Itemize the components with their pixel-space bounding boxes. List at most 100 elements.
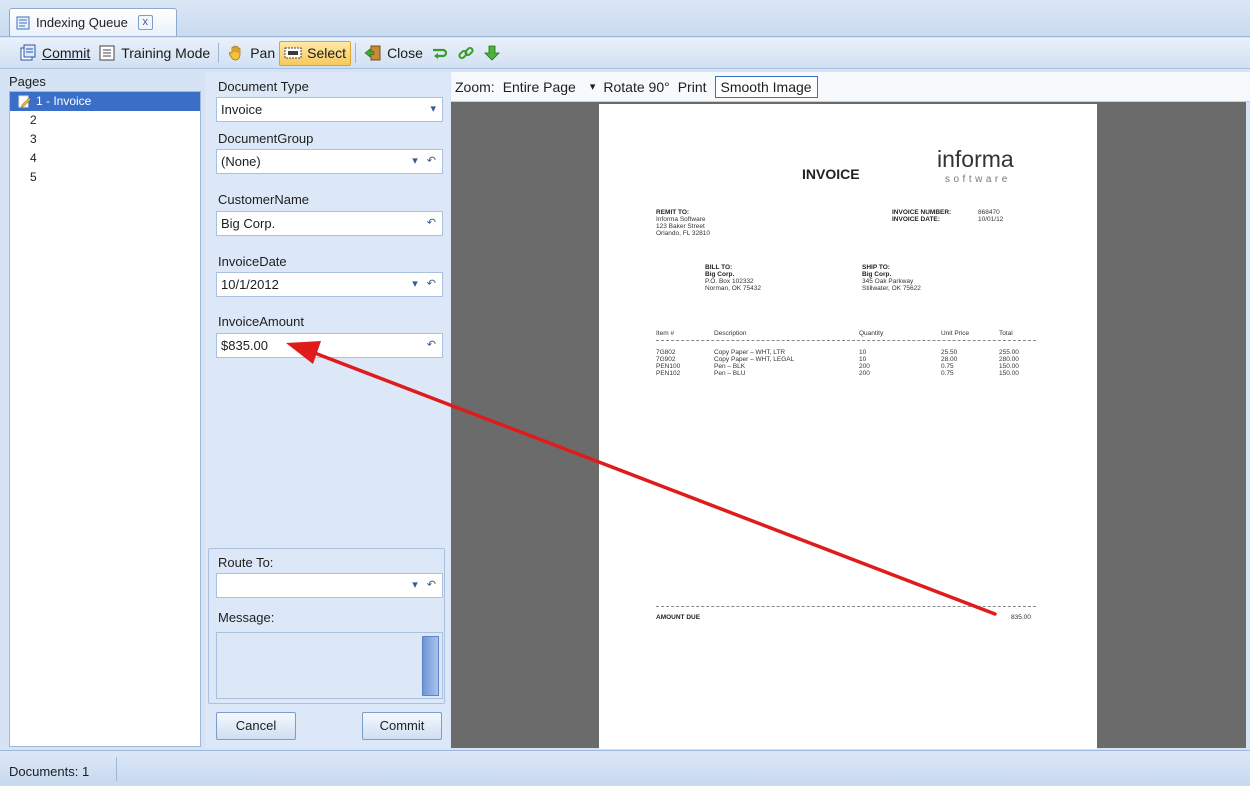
- undo-icon[interactable]: ↶: [427, 154, 436, 167]
- undo-icon[interactable]: ↶: [427, 216, 436, 229]
- status-divider: [116, 757, 117, 781]
- viewer-toolbar: Zoom: Entire Page ▾ Rotate 90° Print Smo…: [451, 72, 1250, 102]
- column-header: Item #: [656, 330, 675, 337]
- document-type-select[interactable]: Invoice ▾: [216, 97, 443, 122]
- amount-due-value: 835.00: [1011, 614, 1031, 621]
- queue-icon: [16, 16, 30, 30]
- logo-text: informa: [937, 146, 1014, 172]
- invoice-date-value: 10/1/2012: [221, 277, 279, 292]
- select-button[interactable]: Select: [279, 40, 352, 66]
- undo-icon[interactable]: ↶: [427, 578, 436, 591]
- commit-label: Commit: [42, 45, 91, 61]
- close-label: Close: [387, 45, 423, 61]
- dropdown-arrow-icon[interactable]: ▾: [590, 80, 596, 93]
- page-item-1[interactable]: 1 - Invoice: [10, 92, 200, 111]
- table-header-row: Item # Description Quantity Unit Price T…: [656, 330, 1036, 341]
- page-item-label: 1 - Invoice: [36, 94, 92, 108]
- customer-name-field[interactable]: Big Corp. ↶: [216, 211, 443, 236]
- zoom-value: Entire Page: [502, 78, 576, 95]
- tab-indexing-queue[interactable]: Indexing Queue x: [9, 8, 177, 36]
- undo-icon[interactable]: ↶: [427, 277, 436, 290]
- ship-line: 345 Oak Parkway: [862, 278, 914, 285]
- bill-label: BILL TO:: [705, 264, 733, 271]
- toolbar-divider: [218, 43, 220, 63]
- remit-line: Orlando, FL 32810: [656, 230, 710, 237]
- column-header: Total: [999, 330, 1013, 337]
- invoice-date-field[interactable]: 10/1/2012 ▾ ↶: [216, 272, 443, 297]
- cell: 28.00: [941, 356, 958, 363]
- message-scrollbar[interactable]: [422, 636, 439, 696]
- ship-to-block: SHIP TO: Big Corp. 345 Oak Parkway Still…: [862, 264, 921, 292]
- cell: Pen – BLU: [714, 370, 746, 377]
- link-button[interactable]: [453, 41, 479, 66]
- page-item-2[interactable]: 2: [10, 111, 200, 130]
- rotate-button[interactable]: Rotate 90°: [603, 79, 669, 95]
- undo-icon[interactable]: ↶: [427, 338, 436, 351]
- close-button[interactable]: Close: [360, 41, 427, 66]
- exit-door-icon: [364, 44, 382, 62]
- amount-due-label: AMOUNT DUE: [656, 614, 700, 621]
- document-group-label: DocumentGroup: [218, 131, 314, 146]
- column-header: Description: [714, 330, 747, 337]
- cell: 255.00: [999, 349, 1019, 356]
- line-items-table: Item # Description Quantity Unit Price T…: [656, 330, 1036, 377]
- close-icon[interactable]: x: [137, 15, 153, 30]
- move-down-button[interactable]: [479, 41, 505, 66]
- column-header: Quantity: [859, 330, 884, 337]
- invoice-date-label: InvoiceDate: [218, 254, 287, 269]
- print-button[interactable]: Print: [678, 79, 707, 95]
- pan-button[interactable]: Pan: [223, 41, 279, 66]
- smooth-image-toggle[interactable]: Smooth Image: [714, 75, 818, 98]
- commit-button[interactable]: Commit: [15, 41, 94, 66]
- cell: 200: [859, 363, 870, 370]
- cell: Copy Paper – WHT, LTR: [714, 349, 786, 356]
- message-textarea[interactable]: [216, 632, 443, 699]
- cell: 25.50: [941, 349, 958, 356]
- cell: PEN102: [656, 370, 681, 377]
- cancel-button[interactable]: Cancel: [216, 712, 296, 740]
- page-item-3[interactable]: 3: [10, 130, 200, 149]
- pan-label: Pan: [250, 45, 276, 61]
- commit-document-button[interactable]: Commit: [362, 712, 442, 740]
- invoice-amount-value: $835.00: [221, 338, 268, 353]
- route-button[interactable]: [427, 41, 453, 66]
- link-icon: [457, 44, 475, 62]
- pages-label: Pages: [9, 74, 46, 89]
- invoice-amount-field[interactable]: $835.00 ↶: [216, 333, 443, 358]
- ship-label: SHIP TO:: [862, 264, 890, 271]
- invoice-date-label: INVOICE DATE:: [892, 216, 940, 223]
- document-group-value: (None): [221, 154, 261, 169]
- dropdown-arrow-icon[interactable]: ▾: [412, 154, 418, 167]
- zoom-label: Zoom:: [455, 78, 495, 95]
- page-item-5[interactable]: 5: [10, 168, 200, 187]
- invoice-meta-values: 868470 10/01/12: [978, 209, 1003, 223]
- table-row: 7G902 Copy Paper – WHT, LEGAL 10 28.00 2…: [656, 356, 1036, 363]
- document-viewer[interactable]: INVOICE informa software REMIT TO: Infor…: [451, 102, 1246, 749]
- bill-line: Norman, OK 75432: [705, 285, 762, 292]
- document-tab-strip: Indexing Queue x: [0, 0, 1250, 37]
- column-header: Unit Price: [941, 330, 970, 337]
- dropdown-arrow-icon[interactable]: ▾: [430, 102, 436, 115]
- logo-subtext: software: [945, 174, 1011, 185]
- cell: 7G902: [656, 356, 676, 363]
- training-mode-button[interactable]: Training Mode: [94, 41, 214, 66]
- dropdown-arrow-icon[interactable]: ▾: [412, 277, 418, 290]
- select-label: Select: [307, 45, 347, 61]
- dropdown-arrow-icon[interactable]: ▾: [412, 578, 418, 591]
- list-icon: [98, 44, 116, 62]
- page-item-4[interactable]: 4: [10, 149, 200, 168]
- document-type-label: Document Type: [218, 79, 309, 94]
- invoice-title: INVOICE: [802, 166, 860, 182]
- document-group-select[interactable]: (None) ▾ ↶: [216, 149, 443, 174]
- remit-line: 123 Baker Street: [656, 223, 705, 230]
- table-row: 7G802 Copy Paper – WHT, LTR 10 25.50 255…: [656, 349, 1036, 356]
- cell: 10: [859, 349, 867, 356]
- invoice-amount-label: InvoiceAmount: [218, 314, 304, 329]
- ship-line: Big Corp.: [862, 271, 892, 278]
- route-to-select[interactable]: ▾ ↶: [216, 573, 443, 598]
- table-row: PEN100 Pen – BLK 200 0.75 150.00: [656, 363, 1036, 370]
- invoice-number: 868470: [978, 209, 1000, 216]
- arrow-down-icon: [483, 44, 501, 62]
- amount-due-divider: [656, 606, 1036, 607]
- zoom-select[interactable]: Entire Page ▾: [503, 79, 596, 95]
